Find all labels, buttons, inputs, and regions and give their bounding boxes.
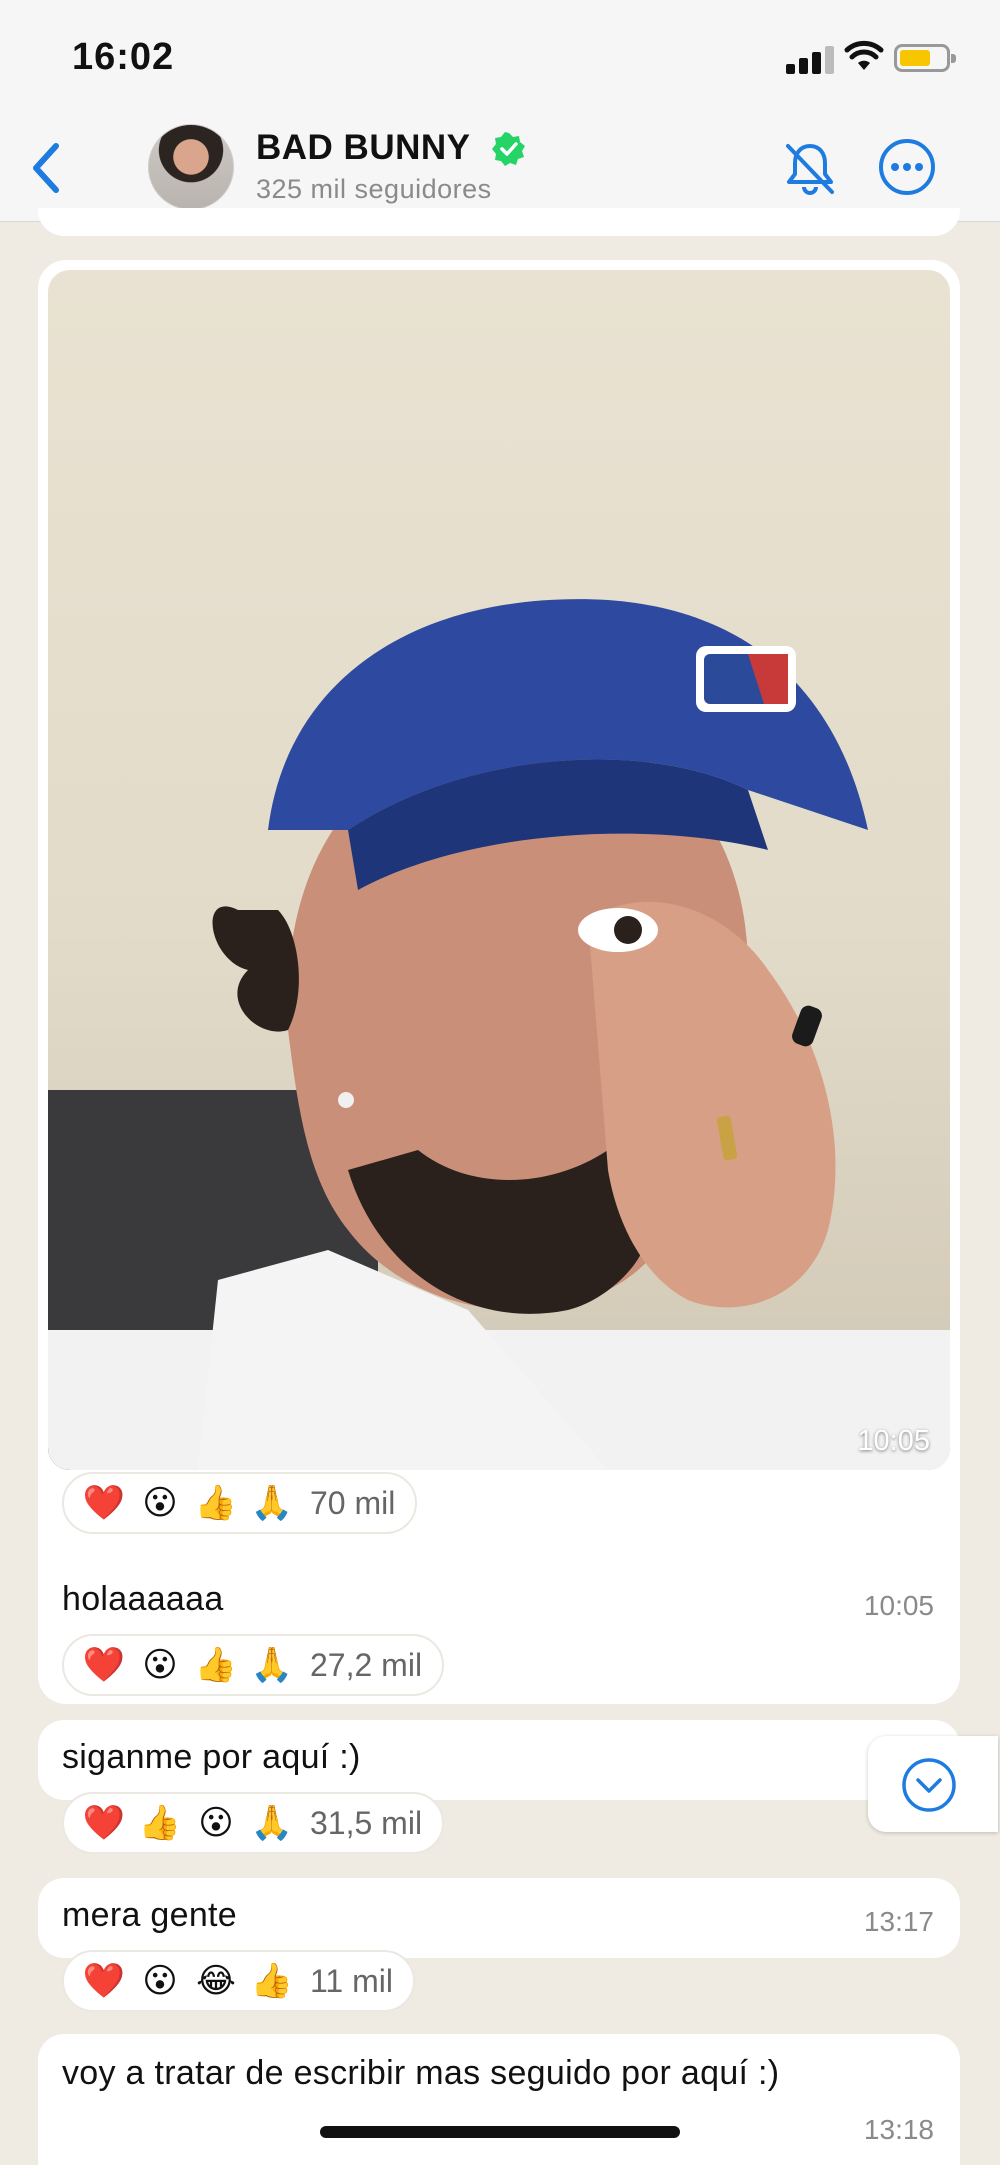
channel-header: BAD BUNNY 325 mil seguidores — [0, 112, 1000, 222]
photo-illustration — [48, 599, 950, 1470]
scroll-to-bottom-button[interactable] — [868, 1736, 998, 1832]
text-message-bubble[interactable]: siganme por aquí :) 1 — [38, 1720, 960, 1800]
reactions-bar[interactable]: ❤️ 😮 😂 👍 11 mil — [62, 1950, 415, 2012]
surprised-emoji-icon: 😮 — [198, 1804, 234, 1842]
thumbs-up-emoji-icon: 👍 — [194, 1484, 238, 1522]
text-message-bubble[interactable]: mera gente 13:17 — [38, 1878, 960, 1958]
message-time: 13:17 — [863, 1906, 934, 1937]
pray-emoji-icon: 🙏 — [250, 1484, 294, 1522]
message-photo[interactable]: 10:05 — [48, 270, 950, 1470]
status-time: 16:02 — [72, 36, 175, 78]
cellular-signal-icon — [786, 44, 834, 74]
home-indicator[interactable] — [320, 2126, 680, 2138]
message-time: 10:05 — [857, 1425, 930, 1457]
previous-message-bubble — [38, 208, 960, 236]
pray-emoji-icon: 🙏 — [250, 1804, 294, 1842]
reaction-count: 70 mil — [310, 1484, 396, 1521]
thumbs-up-emoji-icon: 👍 — [194, 1646, 238, 1684]
reaction-count: 31,5 mil — [310, 1804, 423, 1841]
channel-avatar[interactable] — [148, 124, 234, 210]
reaction-count: 27,2 mil — [310, 1646, 423, 1683]
reactions-bar[interactable]: ❤️ 😮 👍 🙏 70 mil — [62, 1472, 418, 1534]
heart-emoji-icon: ❤️ — [82, 1962, 126, 2000]
message-time: 10:05 — [863, 1590, 934, 1621]
laughing-emoji-icon: 😂 — [196, 1962, 236, 2000]
channel-name[interactable]: BAD BUNNY — [256, 128, 471, 168]
thumbs-up-emoji-icon: 👍 — [250, 1962, 294, 2000]
reaction-count: 11 mil — [310, 1962, 393, 1999]
text-message-bubble[interactable]: voy a tratar de escribir mas seguido por… — [38, 2034, 960, 2165]
heart-emoji-icon: ❤️ — [82, 1484, 126, 1522]
reactions-bar[interactable]: ❤️ 👍 😮 🙏 31,5 mil — [62, 1792, 445, 1854]
heart-emoji-icon: ❤️ — [82, 1646, 126, 1684]
thumbs-up-emoji-icon: 👍 — [138, 1804, 182, 1842]
status-bar: 16:02 — [0, 0, 1000, 112]
surprised-emoji-icon: 😮 — [142, 1962, 178, 2000]
message-text: voy a tratar de escribir mas seguido por… — [62, 2054, 780, 2092]
more-options-icon[interactable] — [876, 136, 938, 198]
text-message-bubble[interactable]: holaaaaaa 10:05 — [38, 1562, 960, 1642]
wifi-icon — [844, 40, 884, 70]
heart-emoji-icon: ❤️ — [82, 1804, 126, 1842]
chevron-down-icon — [902, 1758, 956, 1812]
surprised-emoji-icon: 😮 — [142, 1484, 178, 1522]
followers-count: 325 mil seguidores — [256, 174, 492, 204]
verified-icon — [492, 132, 525, 166]
chat-area[interactable]: 10:05 ❤️ 😮 👍 🙏 70 mil holaaaaaa 10:05 ❤️… — [0, 208, 1000, 2165]
bell-off-icon[interactable] — [780, 138, 840, 198]
message-text: mera gente — [62, 1896, 237, 1934]
surprised-emoji-icon: 😮 — [142, 1646, 178, 1684]
message-time: 13:18 — [863, 2114, 934, 2145]
message-text: siganme por aquí :) — [62, 1738, 361, 1776]
message-text: holaaaaaa — [62, 1580, 224, 1618]
battery-icon — [894, 44, 956, 72]
back-chevron-icon[interactable] — [26, 140, 66, 196]
pray-emoji-icon: 🙏 — [250, 1646, 294, 1684]
reactions-bar[interactable]: ❤️ 😮 👍 🙏 27,2 mil — [62, 1634, 445, 1696]
